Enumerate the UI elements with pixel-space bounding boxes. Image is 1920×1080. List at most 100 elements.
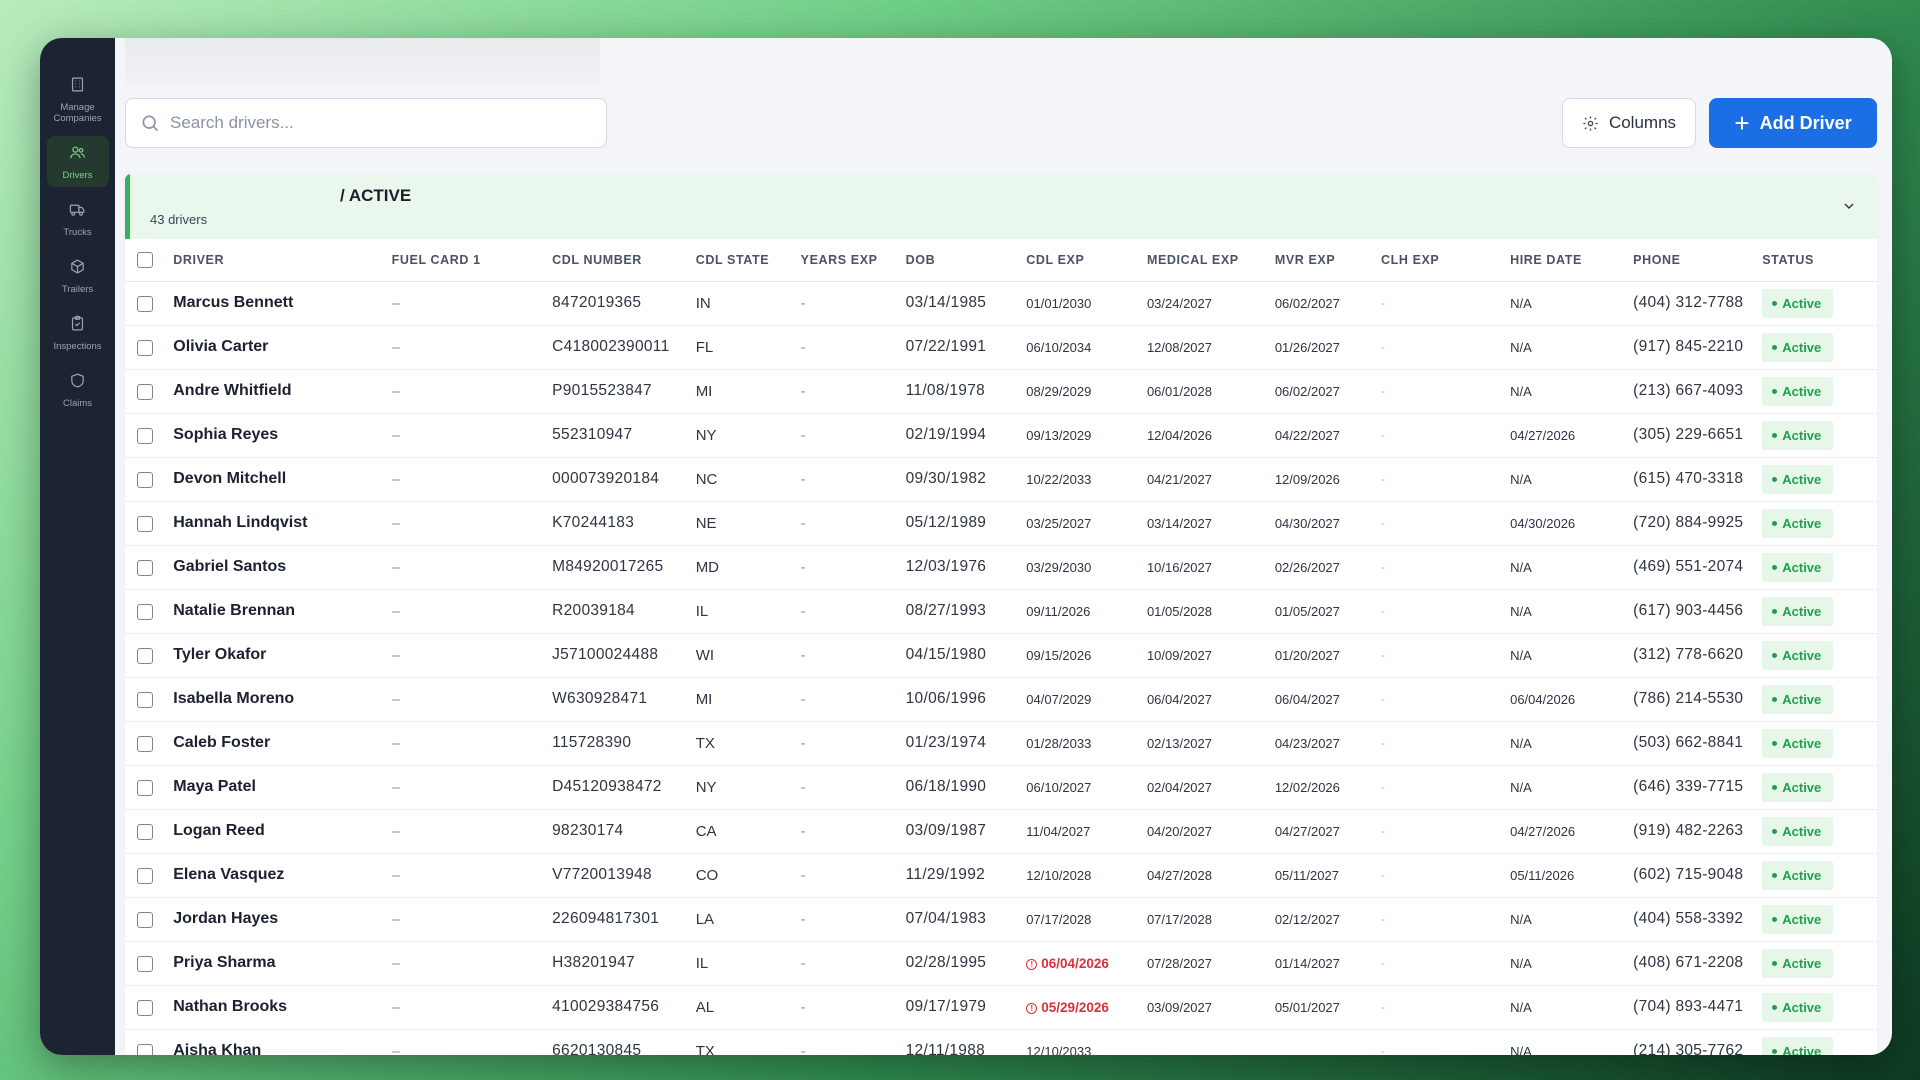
row-checkbox[interactable] xyxy=(137,911,153,928)
search-icon xyxy=(142,115,159,132)
driver-name[interactable]: Priya Sharma xyxy=(173,941,392,986)
row-checkbox[interactable] xyxy=(137,823,153,840)
table-row[interactable]: Gabriel Santos – M84920017265 MD -12/03/1976… xyxy=(125,545,1877,590)
row-checkbox[interactable] xyxy=(137,515,153,532)
columns-button[interactable]: Columns xyxy=(1562,98,1696,148)
row-checkbox[interactable] xyxy=(137,691,153,708)
column-header[interactable]: CDL STATE xyxy=(695,239,801,282)
driver-name[interactable]: Logan Reed xyxy=(173,809,392,854)
driver-name[interactable]: Natalie Brennan xyxy=(173,589,392,634)
cdl-number: W630928471 xyxy=(552,677,696,722)
table-row[interactable]: Devon Mitchell –000073920184 NC -09/30/1982… xyxy=(125,457,1877,502)
column-header[interactable]: CDL EXP xyxy=(1026,239,1147,282)
driver-name[interactable]: Gabriel Santos xyxy=(173,545,392,590)
row-checkbox-cell xyxy=(125,1029,174,1055)
status-badge: Active xyxy=(1762,772,1834,802)
hire-date: N/A xyxy=(1510,545,1634,590)
table-row[interactable]: Logan Reed –98230174 CA -03/09/1987 11/04/20… xyxy=(125,809,1877,854)
driver-name[interactable]: Maya Patel xyxy=(173,765,392,810)
row-checkbox[interactable] xyxy=(137,999,153,1016)
table-row[interactable]: Maya Patel – D45120938472 NY -06/18/1990 06/1… xyxy=(125,765,1877,810)
table-row[interactable]: Elena Vasquez – V7720013948 CO -11/29/1992 12… xyxy=(125,853,1877,898)
table-row[interactable]: Jordan Hayes –226094817301 LA -07/04/1983 07… xyxy=(125,897,1877,942)
row-checkbox[interactable] xyxy=(137,339,153,356)
column-header[interactable]: YEARS EXP xyxy=(800,239,906,282)
driver-name[interactable]: Tyler Okafor xyxy=(173,633,392,678)
driver-name[interactable]: Elena Vasquez xyxy=(173,853,392,898)
status-text: Active xyxy=(1782,779,1822,795)
row-checkbox[interactable] xyxy=(137,295,153,312)
row-checkbox[interactable] xyxy=(137,383,153,400)
row-checkbox[interactable] xyxy=(137,647,153,664)
driver-name[interactable]: Nathan Brooks xyxy=(173,985,392,1030)
column-header[interactable]: FUEL CARD 1 xyxy=(391,239,553,282)
row-checkbox[interactable] xyxy=(137,867,153,884)
cdl-state: FL xyxy=(695,325,801,370)
row-checkbox[interactable] xyxy=(137,735,153,752)
column-header[interactable]: MVR EXP xyxy=(1274,239,1381,282)
row-checkbox[interactable] xyxy=(137,603,153,620)
table-row[interactable]: Andre Whitfield – P9015523847 MI -11/08/1978… xyxy=(125,369,1877,414)
table-row[interactable]: Sophia Reyes –552310947 NY -02/19/1994 09/13… xyxy=(125,413,1877,458)
cdl-number: J57100024488 xyxy=(552,633,696,678)
row-checkbox[interactable] xyxy=(137,1043,153,1055)
column-header[interactable]: PHONE xyxy=(1633,239,1763,282)
sidebar-item-trailers[interactable]: Trailers xyxy=(47,250,109,301)
row-checkbox[interactable] xyxy=(137,559,153,576)
driver-name[interactable]: Andre Whitfield xyxy=(173,369,392,414)
column-header[interactable]: DOB xyxy=(905,239,1027,282)
group-header[interactable]: / ACTIVE 43 drivers xyxy=(125,174,1877,239)
column-header[interactable]: CLH EXP xyxy=(1381,239,1511,282)
medical-exp xyxy=(1146,1029,1275,1055)
status-cell: Active xyxy=(1762,1029,1877,1055)
column-header[interactable]: STATUS xyxy=(1762,239,1877,282)
table-row[interactable]: Natalie Brennan – R20039184 IL -08/27/1993 09… xyxy=(125,589,1877,634)
status-dot-icon xyxy=(1772,740,1778,746)
column-header[interactable]: HIRE DATE xyxy=(1510,239,1634,282)
status-dot-icon xyxy=(1772,520,1778,526)
status-badge: Active xyxy=(1762,1036,1834,1055)
select-all-checkbox[interactable] xyxy=(137,251,153,268)
table-row[interactable]: Hannah Lindqvist – K70244183 NE -05/12/1989 0… xyxy=(125,501,1877,546)
shield-icon xyxy=(69,372,86,394)
row-checkbox[interactable] xyxy=(137,471,153,488)
driver-name[interactable]: Isabella Moreno xyxy=(173,677,392,722)
chevron-down-icon[interactable] xyxy=(1841,198,1857,214)
table-row[interactable]: Isabella Moreno – W630928471 MI -10/06/1996 0… xyxy=(125,677,1877,722)
table-row[interactable]: Priya Sharma – H38201947 IL -02/28/1995! 06/0… xyxy=(125,941,1877,986)
table-row[interactable]: Olivia Carter – C418002390011 FL -07/22/1991… xyxy=(125,325,1877,370)
table-row[interactable]: Caleb Foster –115728390 TX -01/23/1974 01/28… xyxy=(125,721,1877,766)
row-checkbox[interactable] xyxy=(137,779,153,796)
driver-name[interactable]: Jordan Hayes xyxy=(173,897,392,942)
sidebar-item-drivers[interactable]: Drivers xyxy=(46,136,109,187)
column-header[interactable]: CDL NUMBER xyxy=(552,239,696,282)
sidebar-item-inspections[interactable]: Inspections xyxy=(47,307,109,358)
sidebar-item-trucks[interactable]: Trucks xyxy=(47,193,109,244)
row-checkbox[interactable] xyxy=(137,427,153,444)
driver-name[interactable]: Aisha Khan xyxy=(173,1029,392,1055)
driver-name[interactable]: Devon Mitchell xyxy=(173,457,392,502)
phone: (786) 214-5530 xyxy=(1633,677,1763,722)
column-header[interactable]: MEDICAL EXP xyxy=(1146,239,1275,282)
table-row[interactable]: Nathan Brooks –410029384756 AL -09/17/1979!… xyxy=(125,985,1877,1030)
cdl-number: 226094817301 xyxy=(552,897,696,942)
cdl-number: V7720013948 xyxy=(552,853,696,898)
driver-name[interactable]: Caleb Foster xyxy=(173,721,392,766)
add-driver-button[interactable]: + Add Driver xyxy=(1709,98,1877,148)
row-checkbox[interactable] xyxy=(137,955,153,972)
table-row[interactable]: Tyler Okafor – J57100024488 WI -04/15/1980 09… xyxy=(125,633,1877,678)
driver-name[interactable]: Olivia Carter xyxy=(173,325,392,370)
driver-name[interactable]: Hannah Lindqvist xyxy=(173,501,392,546)
table-row[interactable]: Marcus Bennett –8472019365 IN -03/14/1985 01… xyxy=(125,281,1877,326)
table-row[interactable]: Aisha Khan –6620130845 TX -12/11/1988 12/10/… xyxy=(125,1029,1877,1055)
sidebar-item-manage-companies[interactable]: Manage Companies xyxy=(47,68,109,130)
sidebar-item-claims[interactable]: Claims xyxy=(47,364,109,415)
driver-name[interactable]: Sophia Reyes xyxy=(173,413,392,458)
dob: 12/03/1976 xyxy=(905,545,1027,590)
column-header[interactable]: DRIVER xyxy=(173,239,392,282)
driver-name[interactable]: Marcus Bennett xyxy=(173,281,392,326)
search-input[interactable] xyxy=(170,113,590,133)
status-text: Active xyxy=(1782,999,1822,1015)
status-dot-icon xyxy=(1772,1004,1778,1010)
search-box[interactable] xyxy=(125,98,607,148)
